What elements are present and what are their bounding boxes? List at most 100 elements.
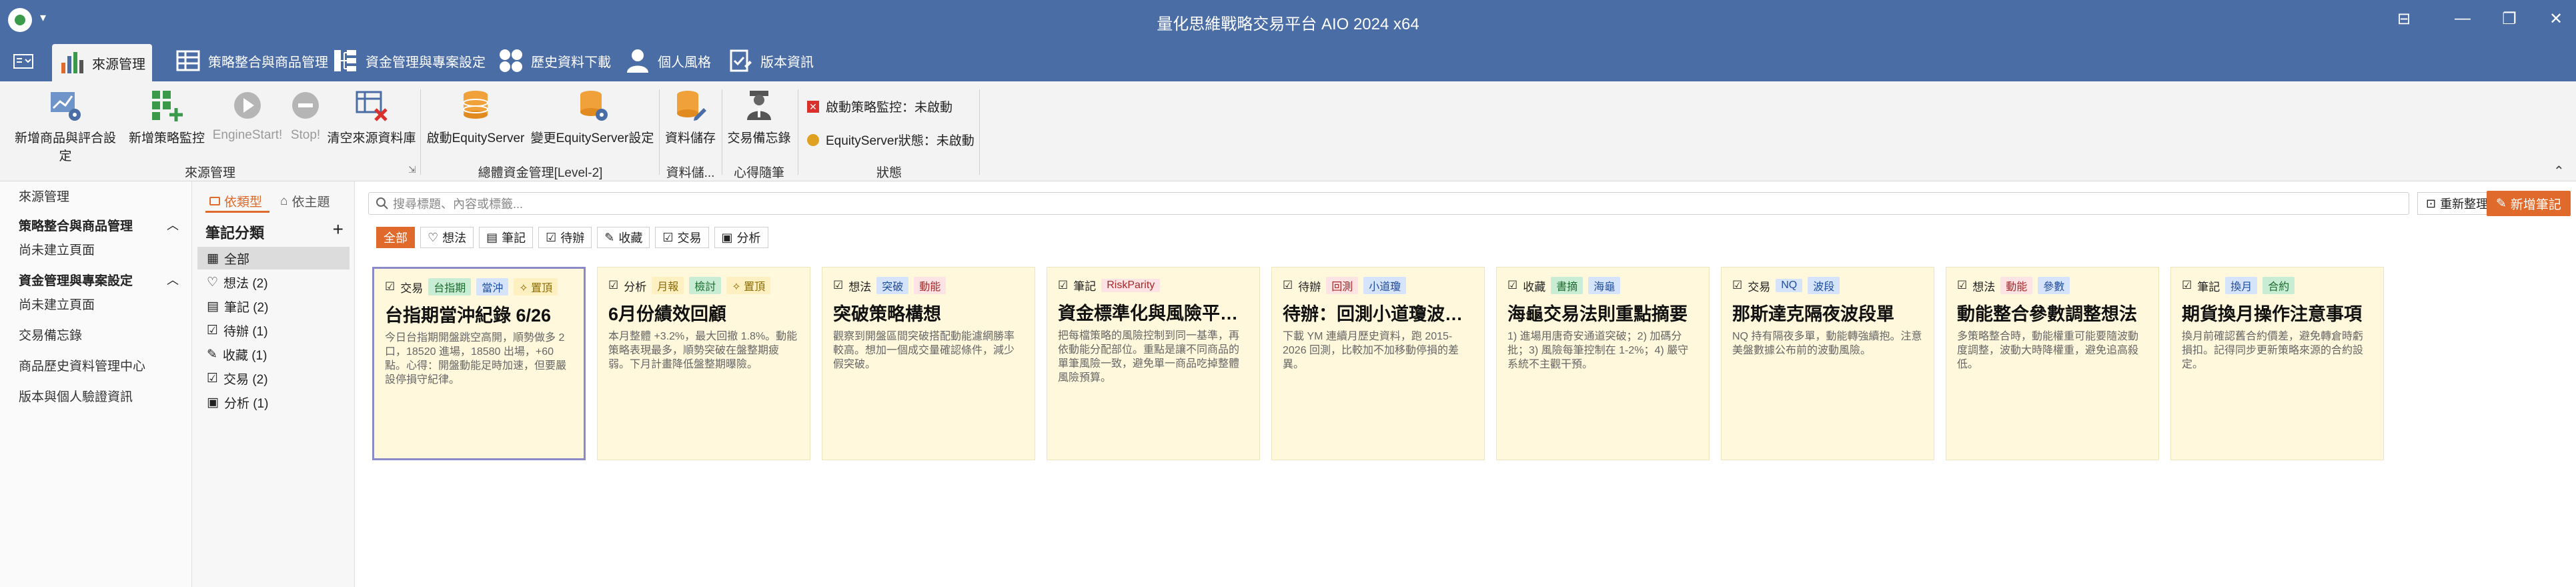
note-title: 台指期當沖紀錄 6/26 bbox=[385, 306, 552, 326]
category-item-favorites[interactable]: ✎ 收藏 (1) bbox=[197, 343, 350, 366]
note-card[interactable]: ☑ 交易 台指期 當沖 ✧ 置頂 台指期當沖紀錄 6/26 今日台指期開盤跳空高開，順勢做多… bbox=[372, 267, 586, 460]
note-tag[interactable]: 月報 bbox=[652, 277, 684, 294]
category-item-all[interactable]: ▦ 全部 bbox=[197, 247, 350, 269]
nav-item-trading-memo[interactable]: 交易備忘錄 bbox=[19, 326, 82, 344]
note-tag[interactable]: 突破 bbox=[876, 277, 909, 294]
tab-money-management[interactable]: 資金管理與專案設定 bbox=[326, 40, 492, 81]
note-tag[interactable]: 當沖 bbox=[476, 278, 509, 296]
note-tag[interactable]: 合約 bbox=[2263, 277, 2295, 294]
bar-chart-icon bbox=[59, 49, 85, 76]
note-body: 換月前確認舊合約價差，避免轉倉時虧損扣。記得同步更新策略來源的合約設定。 bbox=[2182, 331, 2364, 370]
nav-source-management[interactable]: 來源管理 bbox=[19, 187, 69, 205]
button-label: Stop! bbox=[290, 128, 321, 142]
category-item-analysis[interactable]: ▣ 分析 (1) bbox=[197, 391, 350, 414]
button-label: 啟動EquityServer bbox=[426, 131, 525, 145]
notes-main: 搜尋標題、內容或標籤... ⊡ 重新整理 ✎ 新增筆記 全部 ♡ 想法 ▤ 筆記 ☑… bbox=[355, 181, 2576, 587]
start-equity-server-button[interactable]: 啟動EquityServer bbox=[424, 87, 527, 146]
help-icon[interactable]: ⊟ bbox=[2391, 9, 2417, 29]
filter-ideas[interactable]: ♡ 想法 bbox=[420, 227, 474, 248]
filter-notes[interactable]: ▤ 筆記 bbox=[479, 227, 534, 248]
minus-icon bbox=[288, 87, 323, 124]
chart-bar-icon: ▣ bbox=[207, 395, 219, 410]
refresh-button[interactable]: ⊡ 重新整理 bbox=[2417, 192, 2497, 215]
note-card[interactable]: ☑ 分析 月報 檢討 ✧ 置頂 6月份績效回顧 本月整體 +3.2%，最大回撤 1.8%。動… bbox=[597, 267, 810, 460]
note-tag[interactable]: 海龜 bbox=[1588, 277, 1621, 294]
note-card[interactable]: ☑ 交易 NQ 波段 那斯達克隔夜波段單 NQ 持有隔夜多單，動能轉強續抱。注意美盤數據公… bbox=[1721, 267, 1934, 460]
tab-history-download[interactable]: 歷史資料下載 bbox=[491, 40, 618, 81]
note-tag[interactable]: 書摘 bbox=[1551, 277, 1583, 294]
close-icon[interactable]: ✕ bbox=[2543, 9, 2569, 29]
category-panel: 依類型 ⌂ 依主題 筆記分類 + ▦ 全部 ♡ 想法 (2) ▤ 筆記 (2) ☑ 待辦… bbox=[192, 181, 355, 587]
filter-all[interactable]: 全部 bbox=[376, 227, 415, 248]
search-input[interactable]: 搜尋標題、內容或標籤... bbox=[368, 192, 2409, 215]
note-card[interactable]: ☑ 待辦 回測 小道瓊 待辦：回測小道瓊波段... 下載 YM 連續月歷史資料，跑 201… bbox=[1271, 267, 1485, 460]
tab-by-type[interactable]: 依類型 bbox=[209, 192, 262, 210]
trading-memo-button[interactable]: 交易備忘錄 bbox=[724, 87, 794, 146]
gear-chart-icon bbox=[48, 87, 83, 124]
note-card[interactable]: ☑ 想法 突破 動能 突破策略構想 觀察到開盤區間突破搭配動能濾網勝率較高。想加一個成交量… bbox=[822, 267, 1035, 460]
tab-source-management[interactable]: 來源管理 bbox=[52, 44, 152, 81]
tab-version-info[interactable]: 版本資訊 bbox=[720, 40, 820, 81]
app-menu-icon[interactable] bbox=[13, 53, 33, 69]
maximize-icon[interactable]: ❐ bbox=[2496, 9, 2523, 29]
note-tag[interactable]: 波段 bbox=[1808, 277, 1840, 294]
button-label: 交易備忘錄 bbox=[727, 131, 791, 145]
chevron-up-icon[interactable]: ︿ bbox=[167, 216, 179, 233]
note-icon: ▤ bbox=[207, 299, 219, 314]
note-type-icon: ☑ bbox=[1507, 279, 1518, 291]
data-save-button[interactable]: 資料儲存 bbox=[662, 87, 719, 146]
collapse-ribbon-icon[interactable]: ⌃ bbox=[2553, 163, 2565, 179]
minimize-icon[interactable]: — bbox=[2449, 9, 2476, 28]
note-tag[interactable]: 檢討 bbox=[689, 277, 722, 294]
note-tag[interactable]: 回測 bbox=[1326, 277, 1359, 294]
category-item-todo[interactable]: ☑ 待辦 (1) bbox=[197, 319, 350, 342]
tab-strategy-integration[interactable]: 策略整合與商品管理 bbox=[168, 40, 335, 81]
nav-item[interactable]: 尚未建立頁面 bbox=[19, 295, 95, 313]
filter-trades[interactable]: ☑ 交易 bbox=[655, 227, 709, 248]
nav-section-strategy[interactable]: 策略整合與商品管理 ︿ bbox=[19, 216, 179, 234]
tab-personal-style[interactable]: 個人風格 bbox=[618, 40, 718, 81]
note-card[interactable]: ☑ 筆記 換月 合約 期貨換月操作注意事項 換月前確認舊合約價差，避免轉倉時虧損扣。記得同… bbox=[2170, 267, 2384, 460]
note-tag[interactable]: 換月 bbox=[2225, 277, 2258, 294]
note-tag[interactable]: 小道瓊 bbox=[1363, 277, 1407, 294]
stop-button[interactable]: Stop! bbox=[287, 87, 324, 143]
note-tag[interactable]: NQ bbox=[1776, 279, 1803, 292]
database-gear-icon bbox=[575, 87, 610, 124]
chevron-up-icon[interactable]: ︿ bbox=[167, 271, 179, 288]
button-label: 變更EquityServer設定 bbox=[530, 131, 654, 145]
note-tag[interactable]: 參數 bbox=[2038, 277, 2070, 294]
tab-by-theme[interactable]: ⌂ 依主題 bbox=[280, 192, 330, 210]
filter-analysis[interactable]: ▣ 分析 bbox=[714, 227, 768, 248]
note-type: 想法 bbox=[848, 280, 872, 294]
category-item-notes[interactable]: ▤ 筆記 (2) bbox=[197, 295, 350, 318]
note-card[interactable]: ☑ 想法 動能 參數 動能整合參數調整想法 多策略整合時，動能權重可能要隨波動度調整，波動… bbox=[1946, 267, 2159, 460]
add-strategy-monitor-button[interactable]: 新增策略監控 bbox=[125, 87, 208, 146]
note-tag[interactable]: 動能 bbox=[2000, 277, 2033, 294]
note-tag[interactable]: ✧ 置頂 bbox=[514, 278, 558, 296]
filter-favorites[interactable]: ✎ 收藏 bbox=[597, 227, 650, 248]
category-item-ideas[interactable]: ♡ 想法 (2) bbox=[197, 271, 350, 294]
note-card[interactable]: ☑ 筆記 RiskParity 資金標準化與風險平注... 把每檔策略的風險控制到同一基… bbox=[1047, 267, 1260, 460]
new-note-button[interactable]: ✎ 新增筆記 bbox=[2487, 191, 2571, 216]
engine-start-button[interactable]: EngineStart! bbox=[209, 87, 285, 143]
note-card[interactable]: ☑ 收藏 書摘 海龜 海龜交易法則重點摘要 1) 進場用唐奇安通道突破；2) 加碼分批；3… bbox=[1496, 267, 1710, 460]
grid-icon bbox=[175, 47, 201, 74]
category-item-trades[interactable]: ☑ 交易 (2) bbox=[197, 367, 350, 390]
clear-source-db-button[interactable]: 清空來源資料庫 bbox=[327, 87, 416, 146]
note-tag[interactable]: 台指期 bbox=[428, 278, 472, 296]
tag-icon: ⌂ bbox=[280, 193, 288, 208]
note-title: 待辦：回測小道瓊波段... bbox=[1283, 304, 1473, 324]
nav-item-version[interactable]: 版本與個人驗證資訊 bbox=[19, 387, 133, 405]
nav-item-history-center[interactable]: 商品歷史資料管理中心 bbox=[19, 356, 145, 374]
add-category-button[interactable]: + bbox=[333, 219, 344, 240]
pin-icon: ✎ bbox=[604, 230, 615, 244]
dialog-launcher-icon[interactable]: ⇲ bbox=[408, 164, 416, 175]
nav-section-money[interactable]: 資金管理與專案設定 ︿ bbox=[19, 271, 179, 289]
change-equity-server-settings-button[interactable]: 變更EquityServer設定 bbox=[530, 87, 655, 146]
note-tag[interactable]: 動能 bbox=[914, 277, 946, 294]
add-product-button[interactable]: 新增商品與評合設定 bbox=[9, 87, 121, 164]
nav-item[interactable]: 尚未建立頁面 bbox=[19, 240, 95, 258]
note-tag[interactable]: ✧ 置頂 bbox=[726, 277, 771, 294]
filter-todo[interactable]: ☑ 待辦 bbox=[538, 227, 592, 248]
note-tag[interactable]: RiskParity bbox=[1101, 278, 1161, 292]
